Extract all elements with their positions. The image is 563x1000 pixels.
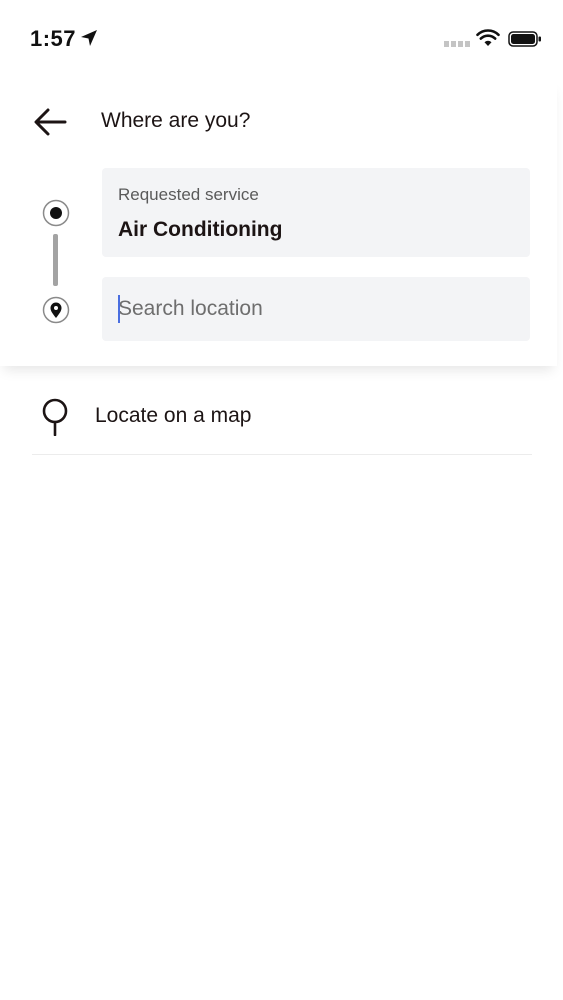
screen: 1:57 Where are you? Requested service Ai… [0,0,563,1000]
status-time: 1:57 [30,26,77,51]
map-pin-icon [42,296,70,324]
locate-on-map-button[interactable]: Locate on a map [32,378,532,455]
radio-dot-icon [42,199,70,227]
location-arrow-icon [81,30,97,46]
requested-service-caption: Requested service [118,185,259,204]
arrow-left-icon [34,108,67,136]
battery-icon [508,31,541,47]
search-location-input[interactable] [102,277,530,341]
wifi-icon [476,29,500,46]
requested-service-field[interactable]: Requested service Air Conditioning [102,168,530,257]
requested-service-value: Air Conditioning [118,218,283,241]
signal-icon [444,41,470,47]
page-title: Where are you? [101,109,251,132]
back-button[interactable] [28,100,72,144]
status-bar: 1:57 [0,0,563,80]
locate-on-map-label: Locate on a map [95,404,252,427]
location-header-card: Where are you? Requested service Air Con… [0,80,557,366]
pin-outline-icon [42,398,68,436]
text-caret [118,295,120,323]
route-connector [53,234,58,286]
